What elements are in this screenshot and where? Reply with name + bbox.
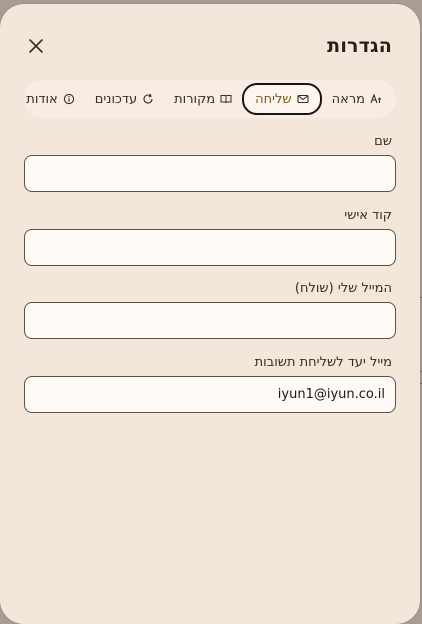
target-email-field[interactable] [24,376,396,413]
tab-sending[interactable]: שליחה [242,83,322,115]
book-icon [220,93,232,105]
name-field[interactable] [24,155,396,192]
name-label: שם [374,134,392,149]
personal-code-field[interactable] [24,229,396,266]
close-button[interactable] [22,32,50,60]
info-icon [63,93,75,105]
mail-icon [297,93,309,105]
settings-tabs: מראה שליחה מקורות עדכונים אודות [24,80,396,118]
tab-updates[interactable]: עדכונים [85,84,164,114]
target-email-label: מייל יעד לשליחת תשובות [254,355,392,370]
dialog-title: הגדרות [327,35,392,57]
tab-label: אודות [26,91,58,107]
tab-label: שליחה [255,91,292,107]
tab-about[interactable]: אודות [16,84,84,114]
close-icon [29,39,43,53]
text-style-icon [370,93,382,105]
tab-sources[interactable]: מקורות [164,84,242,114]
personal-code-label: קוד אישי [344,208,392,223]
tab-label: עדכונים [94,91,138,107]
tab-label: מראה [331,91,365,107]
sender-email-label: המייל שלי (שולח) [294,281,392,296]
tab-label: מקורות [174,91,216,107]
dialog-header: הגדרות [28,32,392,60]
tab-appearance[interactable]: מראה [322,84,392,114]
refresh-icon [142,93,154,105]
settings-dialog: הגדרות מראה שליחה מקורות עדכונים אודות ש… [0,4,420,624]
sender-email-field[interactable] [24,302,396,339]
